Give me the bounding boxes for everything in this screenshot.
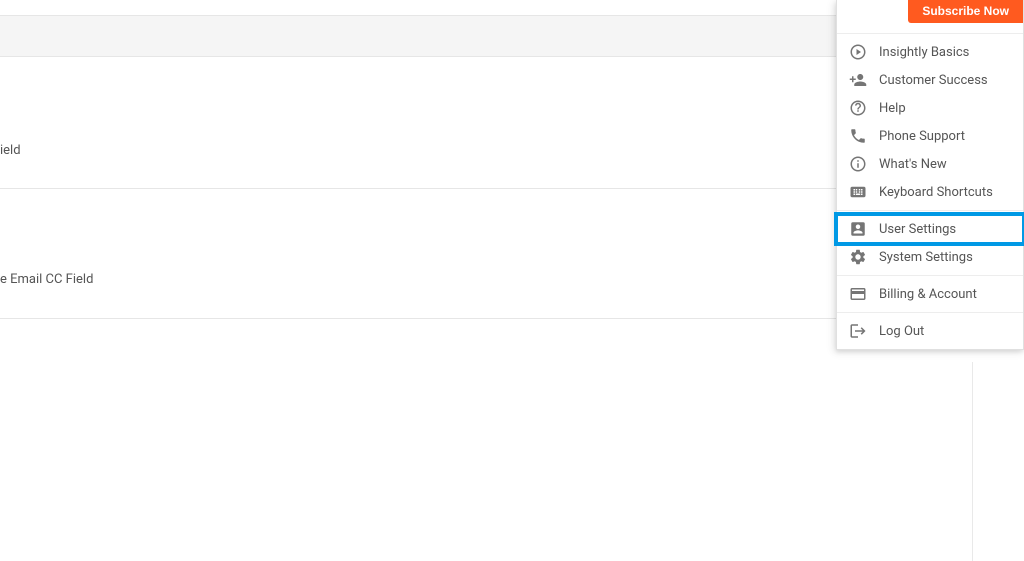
menu-label: User Settings: [879, 222, 956, 237]
play-circle-icon: [849, 43, 867, 61]
subscribe-now-button[interactable]: Subscribe Now: [908, 0, 1023, 23]
credit-card-icon: [849, 285, 867, 303]
menu-label: Keyboard Shortcuts: [879, 185, 993, 200]
menu-item-phone-support[interactable]: Phone Support: [837, 122, 1023, 150]
truncated-text-email-cc: e Email CC Field: [0, 272, 93, 287]
menu-item-help[interactable]: Help: [837, 94, 1023, 122]
user-dropdown-menu: Subscribe Now Insightly Basics Customer …: [836, 0, 1024, 350]
person-add-icon: [849, 71, 867, 89]
divider: [0, 188, 836, 189]
menu-label: Log Out: [879, 324, 924, 339]
menu-item-whats-new[interactable]: What's New: [837, 150, 1023, 178]
menu-label: What's New: [879, 157, 947, 172]
menu-label: Insightly Basics: [879, 45, 969, 60]
menu-label: Help: [879, 101, 906, 116]
menu-label: System Settings: [879, 250, 973, 265]
phone-icon: [849, 127, 867, 145]
subscribe-wrap: Subscribe Now: [837, 0, 1023, 34]
info-circle-icon: [849, 155, 867, 173]
user-box-icon: [849, 220, 867, 238]
menu-item-keyboard-shortcuts[interactable]: Keyboard Shortcuts: [837, 178, 1023, 206]
keyboard-icon: [849, 183, 867, 201]
menu-section-settings: User Settings System Settings: [837, 211, 1023, 276]
background-band: [0, 15, 836, 57]
menu-item-billing-account[interactable]: Billing & Account: [837, 280, 1023, 308]
menu-item-log-out[interactable]: Log Out: [837, 317, 1023, 345]
menu-section-billing: Billing & Account: [837, 276, 1023, 313]
menu-item-insightly-basics[interactable]: Insightly Basics: [837, 38, 1023, 66]
right-side-strip: [972, 362, 1024, 561]
gear-icon: [849, 248, 867, 266]
logout-icon: [849, 322, 867, 340]
menu-item-system-settings[interactable]: System Settings: [837, 243, 1023, 271]
menu-label: Customer Success: [879, 73, 988, 88]
truncated-text-field: ield: [0, 143, 21, 158]
help-circle-icon: [849, 99, 867, 117]
menu-section-logout: Log Out: [837, 313, 1023, 349]
menu-label: Billing & Account: [879, 287, 977, 302]
menu-item-user-settings[interactable]: User Settings: [837, 215, 1023, 243]
menu-label: Phone Support: [879, 129, 965, 144]
menu-section-help: Insightly Basics Customer Success Help P…: [837, 34, 1023, 211]
divider: [0, 318, 836, 319]
menu-item-customer-success[interactable]: Customer Success: [837, 66, 1023, 94]
